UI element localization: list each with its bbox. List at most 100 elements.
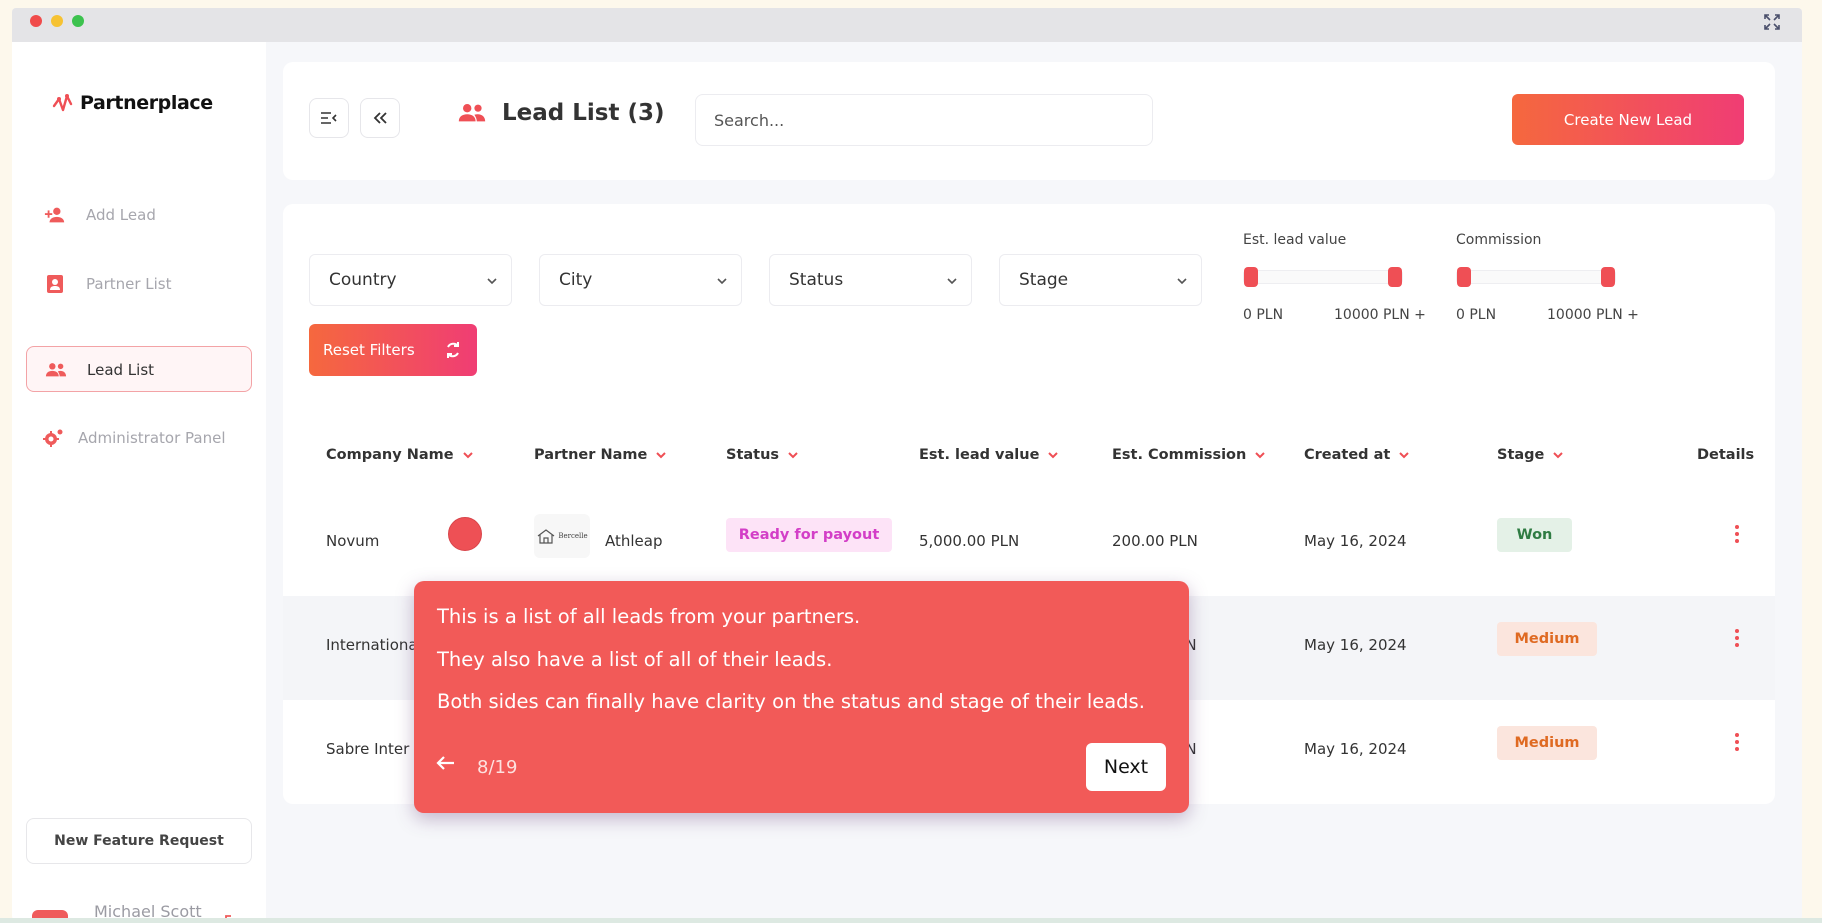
column-header-label: Company Name	[326, 447, 454, 463]
sidebar-item-label: Partner List	[86, 275, 172, 293]
est-lead-value-cell: 5,000.00 PLN	[919, 532, 1020, 550]
bottom-edge	[0, 918, 1822, 923]
zoom-window-button[interactable]	[72, 15, 84, 27]
refresh-icon	[447, 342, 459, 358]
app-window: Partnerplace Add Lead Partner List Lead …	[12, 8, 1802, 920]
tour-progress: 8/19	[477, 757, 518, 778]
create-new-lead-button[interactable]: Create New Lead	[1512, 94, 1744, 145]
select-label: Status	[789, 270, 844, 290]
column-header-company-name[interactable]: Company Name	[326, 447, 474, 463]
select-label: Stage	[1019, 270, 1069, 290]
arrow-left-icon[interactable]	[436, 755, 456, 771]
stage-filter-select[interactable]: Stage	[999, 254, 1202, 306]
column-header-partner-name[interactable]: Partner Name	[534, 447, 667, 463]
chevron-down-icon	[487, 278, 497, 285]
sort-chevron-icon	[656, 452, 667, 459]
sort-chevron-icon	[1048, 452, 1059, 459]
lead-value-range-slider[interactable]	[1243, 267, 1403, 287]
tour-highlight-marker[interactable]	[448, 517, 482, 551]
lead-value-range-label: Est. lead value	[1243, 232, 1347, 248]
status-filter-select[interactable]: Status	[769, 254, 972, 306]
city-filter-select[interactable]: City	[539, 254, 742, 306]
column-header-created-at[interactable]: Created at	[1304, 447, 1410, 463]
person-add-icon	[44, 207, 65, 223]
company-name-cell: Internationa	[326, 636, 418, 654]
stage-badge: Medium	[1497, 622, 1597, 656]
sidebar-item-label: Administrator Panel	[78, 429, 226, 447]
page-title-group: Lead List (3)	[456, 100, 665, 126]
people-icon	[458, 104, 486, 122]
header-bar: Lead List (3) Create New Lead	[283, 62, 1775, 180]
select-label: Country	[329, 270, 397, 290]
more-options-icon[interactable]	[1734, 732, 1740, 752]
collapse-sidebar-button[interactable]	[360, 98, 400, 138]
more-options-icon[interactable]	[1734, 524, 1740, 544]
commission-range-label: Commission	[1456, 232, 1542, 248]
window-titlebar	[12, 8, 1802, 42]
sidebar-item-lead-list[interactable]: Lead List	[26, 346, 252, 392]
onboarding-tour-tooltip: This is a list of all leads from your pa…	[414, 581, 1189, 813]
range-max-value: 10000 PLN +	[1334, 307, 1426, 323]
minimize-window-button[interactable]	[51, 15, 63, 27]
stage-badge: Won	[1497, 518, 1572, 552]
est-commission-cell: 200.00 PLN	[1112, 532, 1198, 550]
sidebar-item-add-lead[interactable]: Add Lead	[26, 192, 252, 238]
tour-text-line: Both sides can finally have clarity on t…	[437, 690, 1145, 713]
toggle-menu-button[interactable]	[309, 98, 349, 138]
pulse-logo-icon	[52, 94, 73, 112]
status-badge: Ready for payout	[726, 518, 892, 552]
chevron-down-icon	[947, 278, 957, 285]
new-feature-request-button[interactable]: New Feature Request	[26, 818, 252, 864]
company-name-cell: Novum	[326, 532, 380, 550]
created-at-cell: May 16, 2024	[1304, 740, 1407, 758]
sort-chevron-icon	[462, 452, 473, 459]
column-header-est-commission[interactable]: Est. Commission	[1112, 447, 1266, 463]
range-min-handle[interactable]	[1244, 267, 1258, 287]
sidebar: Partnerplace Add Lead Partner List Lead …	[12, 42, 266, 920]
page-title: Lead List (3)	[502, 100, 665, 126]
sidebar-item-label: Add Lead	[86, 206, 156, 224]
sort-chevron-icon	[1255, 452, 1266, 459]
created-at-cell: May 16, 2024	[1304, 636, 1407, 654]
range-min-value: 0 PLN	[1243, 307, 1284, 323]
sidebar-item-administrator-panel[interactable]: Administrator Panel	[26, 415, 252, 461]
column-header-stage[interactable]: Stage	[1497, 447, 1564, 463]
double-chevron-left-icon	[373, 112, 387, 124]
partner-logo: Bercelle	[534, 514, 590, 558]
range-max-handle[interactable]	[1601, 267, 1615, 287]
column-header-label: Est. lead value	[919, 447, 1040, 463]
app-logo[interactable]: Partnerplace	[52, 90, 213, 116]
range-max-handle[interactable]	[1388, 267, 1402, 287]
column-header-label: Status	[726, 447, 780, 463]
tour-text-line: This is a list of all leads from your pa…	[437, 605, 861, 628]
column-header-est-lead-value[interactable]: Est. lead value	[919, 447, 1059, 463]
close-window-button[interactable]	[30, 15, 42, 27]
reset-filters-button[interactable]: Reset Filters	[309, 324, 477, 376]
admin-gear-icon	[43, 429, 63, 447]
stage-badge: Medium	[1497, 726, 1597, 760]
chevron-down-icon	[1177, 278, 1187, 285]
range-min-handle[interactable]	[1457, 267, 1471, 287]
column-header-label: Details	[1697, 447, 1755, 463]
sidebar-item-label: Lead List	[87, 361, 155, 379]
chevron-down-icon	[717, 278, 727, 285]
column-header-status[interactable]: Status	[726, 447, 799, 463]
search-input[interactable]	[695, 94, 1153, 146]
more-options-icon[interactable]	[1734, 628, 1740, 648]
country-filter-select[interactable]: Country	[309, 254, 512, 306]
sort-chevron-icon	[1399, 452, 1410, 459]
range-max-value: 10000 PLN +	[1547, 307, 1639, 323]
reset-filters-label: Reset Filters	[323, 341, 415, 359]
commission-range-slider[interactable]	[1456, 267, 1616, 287]
tour-text-line: They also have a list of all of their le…	[437, 648, 833, 671]
range-min-value: 0 PLN	[1456, 307, 1497, 323]
sort-chevron-icon	[788, 452, 798, 459]
column-header-label: Est. Commission	[1112, 447, 1247, 463]
company-name-cell: Sabre Inter	[326, 740, 410, 758]
sort-chevron-icon	[1553, 452, 1564, 459]
created-at-cell: May 16, 2024	[1304, 532, 1407, 550]
tour-next-button[interactable]: Next	[1086, 743, 1166, 791]
fullscreen-icon[interactable]	[1764, 14, 1780, 30]
sidebar-item-partner-list[interactable]: Partner List	[26, 261, 252, 307]
logo-text: Partnerplace	[80, 92, 213, 114]
